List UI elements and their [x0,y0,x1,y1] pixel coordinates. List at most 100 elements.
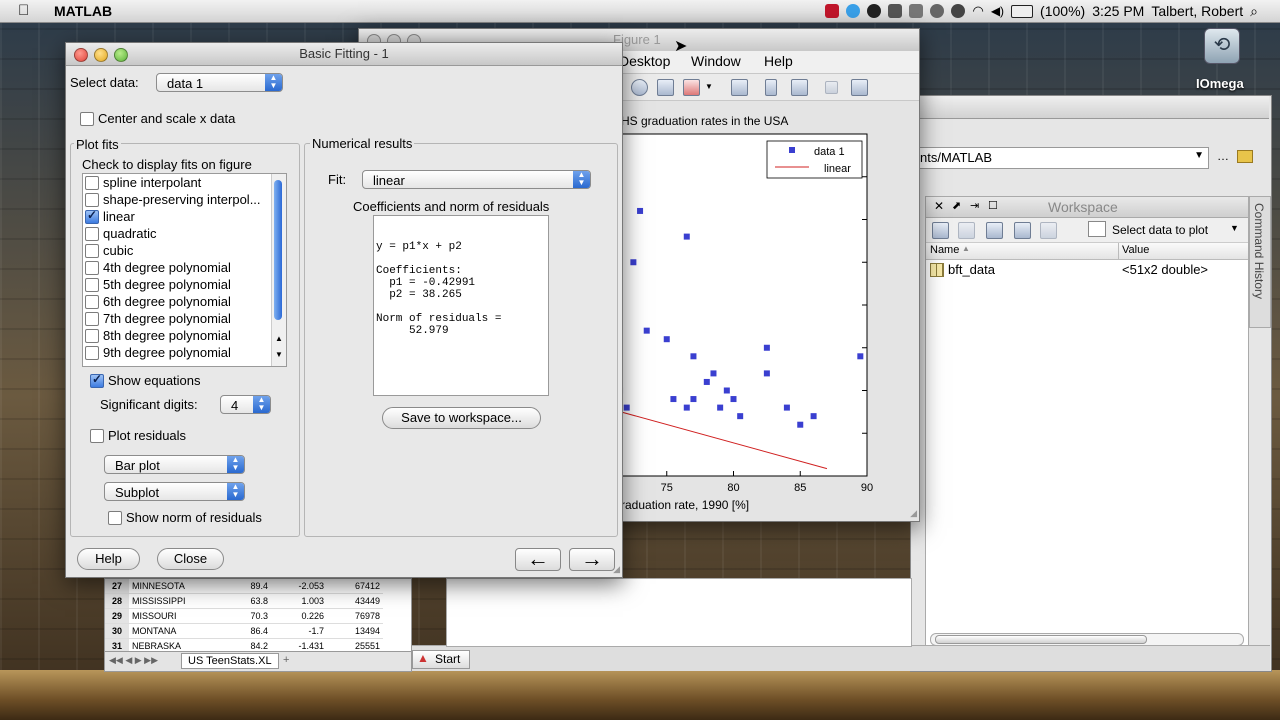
rotate-icon[interactable] [631,79,648,96]
fit-list-item[interactable]: 7th degree polynomial [83,310,286,327]
scatter-plot[interactable]: 75 80 85 90 data 1 linear [599,129,889,514]
record-icon[interactable] [867,4,882,18]
close-button[interactable]: Close [157,548,224,570]
fit-dropdown[interactable]: linear ▲ ▼ [362,170,591,189]
table-cell[interactable]: 1.003 [271,593,327,609]
fit-checkbox[interactable] [85,346,99,360]
center-scale-checkbox[interactable] [80,112,94,126]
colorbar-icon[interactable] [765,79,777,96]
save-workspace-icon[interactable] [1014,222,1031,239]
status-menu-icon[interactable] [825,4,840,18]
table-cell[interactable]: MISSOURI [129,608,215,624]
current-folder-field[interactable]: nts/MATLAB ▼ [917,147,1209,169]
chevron-down-icon[interactable]: ▼ [1194,150,1204,161]
user-name[interactable]: Talbert, Robert [1151,3,1243,19]
select-data-to-plot[interactable]: Select data to plot [1112,223,1208,237]
start-button[interactable]: ▲ Start [412,650,470,669]
table-cell[interactable]: MISSISSIPPI [129,593,215,609]
name-column-header[interactable]: Name [930,244,959,256]
volume-icon[interactable]: ◀) [991,4,1004,18]
chevron-down-icon[interactable]: ▼ [705,82,713,91]
chevron-down-icon[interactable]: ▼ [1230,223,1239,233]
fit-list-item[interactable]: quadratic [83,225,286,242]
select-data-dropdown[interactable]: data 1 ▲ ▼ [156,73,283,92]
show-norm-checkbox[interactable] [108,511,122,525]
fit-checkbox[interactable] [85,193,99,207]
wifi-icon[interactable]: ◠ [972,3,983,19]
menu-window[interactable]: Window [691,53,741,69]
fit-list-item[interactable]: 9th degree polynomial [83,344,286,361]
fit-list-item[interactable]: 4th degree polynomial [83,259,286,276]
table-cell[interactable]: 76978 [327,608,383,624]
evernote-icon[interactable] [909,4,924,18]
table-cell[interactable]: MINNESOTA [129,579,215,594]
fits-list-scrollbar[interactable]: ▲ ▼ [271,174,286,366]
import-data-icon[interactable] [986,222,1003,239]
maximize-icon[interactable]: ☐ [988,199,998,212]
plot-select-icon[interactable] [1088,221,1106,237]
table-cell[interactable]: 70.3 [215,608,271,624]
fit-list-item[interactable]: linear [83,208,286,225]
scrollbar-thumb[interactable] [935,635,1147,644]
show-equations-checkbox[interactable] [90,372,104,388]
table-cell[interactable]: 27 [105,579,129,594]
folder-up-icon[interactable] [1237,150,1253,163]
table-cell[interactable]: 43449 [327,593,383,609]
residual-location-dropdown[interactable]: Subplot ▲ ▼ [104,482,245,501]
table-cell[interactable]: 86.4 [215,623,271,639]
dock-icon[interactable]: ⇥ [970,199,979,212]
delete-icon[interactable] [1040,222,1057,239]
table-cell[interactable]: 29 [105,608,129,624]
value-column-header[interactable]: Value [1122,244,1149,256]
menu-desktop[interactable]: Desktop [619,53,670,69]
save-to-workspace-button[interactable]: Save to workspace... [382,407,541,429]
apple-menu-icon[interactable]:  [18,3,36,18]
add-sheet-icon[interactable]: + [283,654,289,666]
table-cell[interactable]: 0.226 [271,608,327,624]
table-cell[interactable]: 63.8 [215,593,271,609]
fit-checkbox[interactable] [85,312,99,326]
clock[interactable]: 3:25 PM [1092,3,1144,19]
command-window-area[interactable] [446,578,912,647]
brush-icon[interactable] [683,79,700,96]
table-cell[interactable]: 30 [105,623,129,639]
resize-grip-icon[interactable]: ◢ [910,508,917,519]
resize-grip-icon[interactable]: ◢ [613,564,620,575]
zoom-window-button[interactable] [114,48,128,62]
fit-checkbox[interactable] [85,329,99,343]
data-cursor-icon[interactable] [657,79,674,96]
significant-digits-dropdown[interactable]: 4 ▲ ▼ [220,395,271,414]
legend-icon[interactable] [791,79,808,96]
sync-icon[interactable] [930,4,945,18]
fit-list-item[interactable]: 5th degree polynomial [83,276,286,293]
drive-label[interactable]: IOmega [1196,76,1244,91]
table-cell[interactable]: 89.4 [215,579,271,594]
forward-arrow-button[interactable]: → [569,548,615,571]
hide-plot-tools-icon[interactable] [825,81,838,94]
sheet-tab[interactable]: US TeenStats.XL [181,653,279,669]
twitter-icon[interactable] [846,4,861,18]
residual-plot-type-dropdown[interactable]: Bar plot ▲ ▼ [104,455,245,474]
battery-icon[interactable] [1011,4,1034,18]
fit-list-item[interactable]: 6th degree polynomial [83,293,286,310]
fit-checkbox[interactable] [85,227,99,241]
menu-help[interactable]: Help [764,53,793,69]
plot-residuals-checkbox[interactable] [90,429,104,443]
new-variable-icon[interactable] [932,222,949,239]
back-arrow-button[interactable]: ← [515,548,561,571]
spotlight-icon[interactable]: ⌕ [1250,3,1258,20]
table-cell[interactable]: MONTANA [129,623,215,639]
fit-list-item[interactable]: shape-preserving interpol... [83,191,286,208]
browse-folder-button[interactable]: … [1217,149,1229,163]
show-plot-tools-icon[interactable] [851,79,868,96]
drive-icon[interactable]: ⟲ [1204,28,1240,64]
command-history-tab[interactable]: Command History [1249,196,1271,328]
sheet-nav-arrows[interactable]: ◀◀ ◀ ▶ ▶▶ [109,655,158,666]
workspace-variable-row[interactable]: bft_data <51x2 double> [926,261,1248,279]
table-cell[interactable]: 13494 [327,623,383,639]
fit-checkbox[interactable] [85,278,99,292]
close-icon[interactable]: ✕ [934,199,944,213]
app-menu-name[interactable]: MATLAB [54,3,112,19]
scrollbar-thumb[interactable] [274,180,282,320]
table-cell[interactable]: -1.7 [271,623,327,639]
